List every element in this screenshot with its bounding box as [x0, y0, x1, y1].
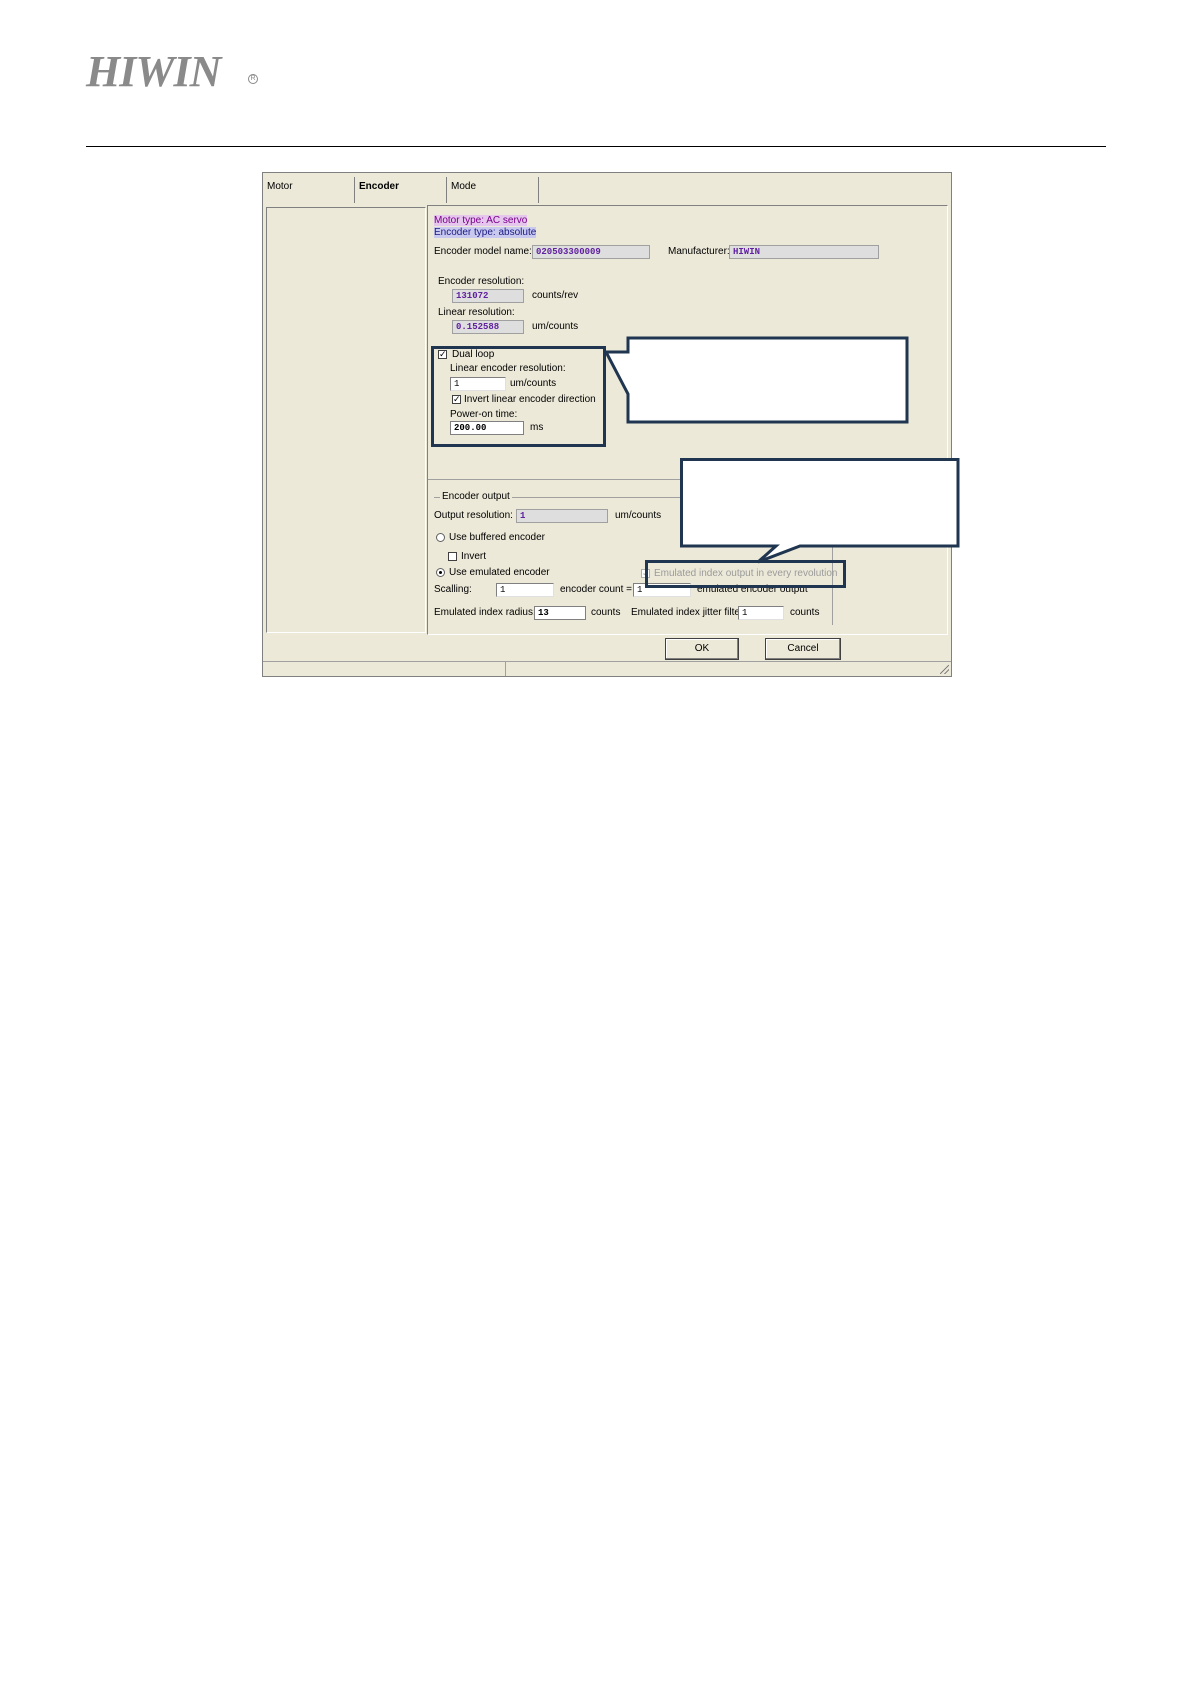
tab-mode[interactable]: Mode [447, 177, 539, 203]
jitter-filter-label: Emulated index jitter filter: [631, 607, 747, 618]
output-resolution-field[interactable]: 1 [516, 509, 608, 523]
status-separator [505, 662, 506, 676]
manufacturer-label: Manufacturer: [668, 246, 730, 257]
header-rule [86, 146, 1106, 147]
emulated-encoder-label: Use emulated encoder [449, 567, 550, 578]
cancel-button[interactable]: Cancel [765, 638, 841, 660]
encoder-type-label: Encoder type: absolute [434, 227, 537, 238]
linear-resolution-label: Linear resolution: [438, 307, 515, 318]
encoder-model-field[interactable]: 020503300009 [532, 245, 650, 259]
scaling-label: Scalling: [434, 584, 472, 595]
encoder-output-group-label: Encoder output [440, 491, 512, 502]
output-resolution-label: Output resolution: [434, 510, 513, 521]
invert-label: Invert [461, 551, 487, 562]
tab-row: Motor Encoder Mode [263, 173, 951, 203]
emulated-index-callout [680, 458, 960, 564]
resize-grip[interactable] [940, 665, 949, 674]
tab-encoder[interactable]: Encoder [355, 177, 447, 203]
encoder-count-label: encoder count = [560, 584, 632, 595]
emulated-encoder-radio[interactable] [436, 568, 445, 577]
motor-type-label: Motor type: AC servo [434, 215, 528, 226]
index-radius-label: Emulated index radius: [434, 607, 536, 618]
buffered-encoder-label: Use buffered encoder [449, 532, 545, 543]
manufacturer-field[interactable]: HIWIN [729, 245, 879, 259]
dual-loop-highlight [431, 346, 606, 447]
tab-motor[interactable]: Motor [263, 177, 355, 203]
jitter-filter-input[interactable]: 1 [738, 606, 784, 620]
dual-loop-callout [603, 336, 909, 424]
hiwin-logo: HIWIN [86, 47, 221, 96]
jitter-filter-unit: counts [790, 607, 820, 618]
index-radius-input[interactable]: 13 [534, 606, 586, 620]
linear-resolution-unit: um/counts [532, 321, 579, 332]
status-bar [263, 661, 951, 676]
encoder-model-label: Encoder model name: [434, 246, 532, 257]
buffered-encoder-radio[interactable] [436, 533, 445, 542]
registered-mark: R [248, 74, 258, 84]
encoder-resolution-label: Encoder resolution: [438, 276, 525, 287]
linear-resolution-field[interactable]: 0.152588 [452, 320, 524, 334]
encoder-resolution-field[interactable]: 131072 [452, 289, 524, 303]
ok-button[interactable]: OK [665, 638, 739, 660]
output-resolution-unit: um/counts [615, 510, 662, 521]
left-pane [266, 207, 426, 633]
encoder-resolution-unit: counts/rev [532, 290, 579, 301]
index-radius-unit: counts [591, 607, 621, 618]
scaling-input[interactable]: 1 [496, 583, 554, 597]
invert-checkbox[interactable] [448, 552, 457, 561]
